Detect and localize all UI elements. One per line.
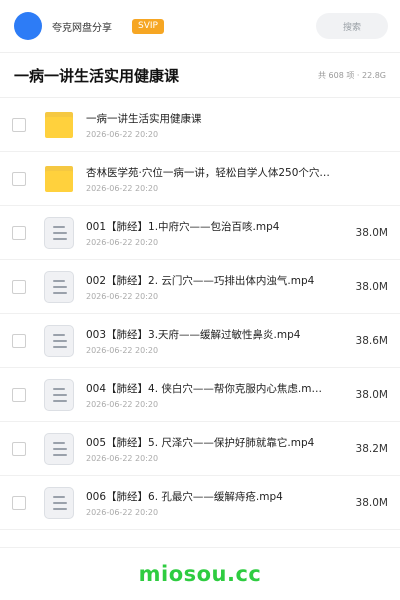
file-list: 一病一讲生活实用健康课 2026-06-22 20:20 杏林医学苑·穴位一病一讲，…: [0, 97, 400, 530]
file-date: 2026-06-22 20:20: [86, 129, 159, 139]
row-checkbox[interactable]: [12, 117, 26, 132]
row-checkbox[interactable]: [12, 333, 26, 348]
file-row[interactable]: 004【肺经】4. 侠白穴——帮你克服内心焦虑.m… 2026-06-22 20:…: [0, 368, 400, 422]
file-info: 001【肺经】1.中府穴——包治百咳.mp4 2026-06-22 20:20: [86, 219, 346, 247]
file-size: 38.2M: [355, 442, 388, 455]
file-name: 006【肺经】6. 孔最穴——缓解痔疮.mp4: [86, 490, 283, 503]
row-checkbox[interactable]: [12, 441, 26, 456]
file-size: 38.6M: [355, 334, 388, 347]
watermark-text: miosou.cc: [138, 562, 262, 586]
file-name: 002【肺经】2. 云门穴——巧排出体内浊气.mp4: [86, 274, 315, 287]
avatar[interactable]: [14, 12, 42, 40]
file-row[interactable]: 一病一讲生活实用健康课 2026-06-22 20:20: [0, 98, 400, 152]
row-checkbox[interactable]: [12, 387, 26, 402]
document-icon: [42, 324, 76, 358]
document-icon: [42, 486, 76, 520]
svip-badge: SVIP: [132, 18, 164, 34]
file-date: 2026-06-22 20:20: [86, 237, 159, 247]
document-icon: [42, 216, 76, 250]
file-row[interactable]: 005【肺经】5. 尺泽穴——保护好肺就靠它.mp4 2026-06-22 20:…: [0, 422, 400, 476]
page-title: 一病一讲生活实用健康课: [14, 66, 180, 85]
file-name: 一病一讲生活实用健康课: [86, 112, 202, 125]
row-checkbox[interactable]: [12, 171, 26, 186]
file-date: 2026-06-22 20:20: [86, 183, 159, 193]
file-info: 004【肺经】4. 侠白穴——帮你克服内心焦虑.m… 2026-06-22 20:…: [86, 381, 346, 409]
row-checkbox[interactable]: [12, 225, 26, 240]
file-size: 38.0M: [355, 496, 388, 509]
user-name: 夸克网盘分享: [52, 22, 112, 34]
file-row[interactable]: 006【肺经】6. 孔最穴——缓解痔疮.mp4 2026-06-22 20:20 3…: [0, 476, 400, 530]
file-row[interactable]: 杏林医学苑·穴位一病一讲，轻松自学人体250个穴… 2026-06-22 20:2…: [0, 152, 400, 206]
row-checkbox[interactable]: [12, 495, 26, 510]
document-icon: [42, 378, 76, 412]
top-header: 夸克网盘分享 SVIP 搜索: [0, 0, 400, 52]
row-checkbox[interactable]: [12, 279, 26, 294]
file-size: 38.0M: [355, 226, 388, 239]
file-name: 杏林医学苑·穴位一病一讲，轻松自学人体250个穴…: [86, 166, 330, 179]
file-row[interactable]: 003【肺经】3.天府——缓解过敏性鼻炎.mp4 2026-06-22 20:20…: [0, 314, 400, 368]
file-name: 001【肺经】1.中府穴——包治百咳.mp4: [86, 220, 280, 233]
folder-title-bar: 一病一讲生活实用健康课 共 608 项 · 22.8G: [0, 53, 400, 97]
file-row[interactable]: 001【肺经】1.中府穴——包治百咳.mp4 2026-06-22 20:20 38…: [0, 206, 400, 260]
watermark-footer: miosou.cc: [0, 547, 400, 600]
file-date: 2026-06-22 20:20: [86, 507, 159, 517]
folder-icon: [42, 162, 76, 196]
folder-icon: [42, 108, 76, 142]
file-date: 2026-06-22 20:20: [86, 291, 159, 301]
document-icon: [42, 270, 76, 304]
file-date: 2026-06-22 20:20: [86, 453, 159, 463]
file-date: 2026-06-22 20:20: [86, 345, 159, 355]
file-info: 006【肺经】6. 孔最穴——缓解痔疮.mp4 2026-06-22 20:20: [86, 489, 346, 517]
file-size: 38.0M: [355, 280, 388, 293]
file-info: 一病一讲生活实用健康课 2026-06-22 20:20: [86, 111, 388, 139]
document-icon: [42, 432, 76, 466]
file-info: 002【肺经】2. 云门穴——巧排出体内浊气.mp4 2026-06-22 20:…: [86, 273, 346, 301]
file-date: 2026-06-22 20:20: [86, 399, 159, 409]
file-info: 003【肺经】3.天府——缓解过敏性鼻炎.mp4 2026-06-22 20:20: [86, 327, 346, 355]
file-name: 004【肺经】4. 侠白穴——帮你克服内心焦虑.m…: [86, 382, 322, 395]
folder-summary: 共 608 项 · 22.8G: [318, 70, 386, 80]
file-info: 005【肺经】5. 尺泽穴——保护好肺就靠它.mp4 2026-06-22 20:…: [86, 435, 346, 463]
search-button[interactable]: 搜索: [316, 13, 388, 39]
file-row[interactable]: 002【肺经】2. 云门穴——巧排出体内浊气.mp4 2026-06-22 20:…: [0, 260, 400, 314]
file-info: 杏林医学苑·穴位一病一讲，轻松自学人体250个穴… 2026-06-22 20:2…: [86, 165, 388, 193]
file-name: 003【肺经】3.天府——缓解过敏性鼻炎.mp4: [86, 328, 301, 341]
file-name: 005【肺经】5. 尺泽穴——保护好肺就靠它.mp4: [86, 436, 315, 449]
file-size: 38.0M: [355, 388, 388, 401]
